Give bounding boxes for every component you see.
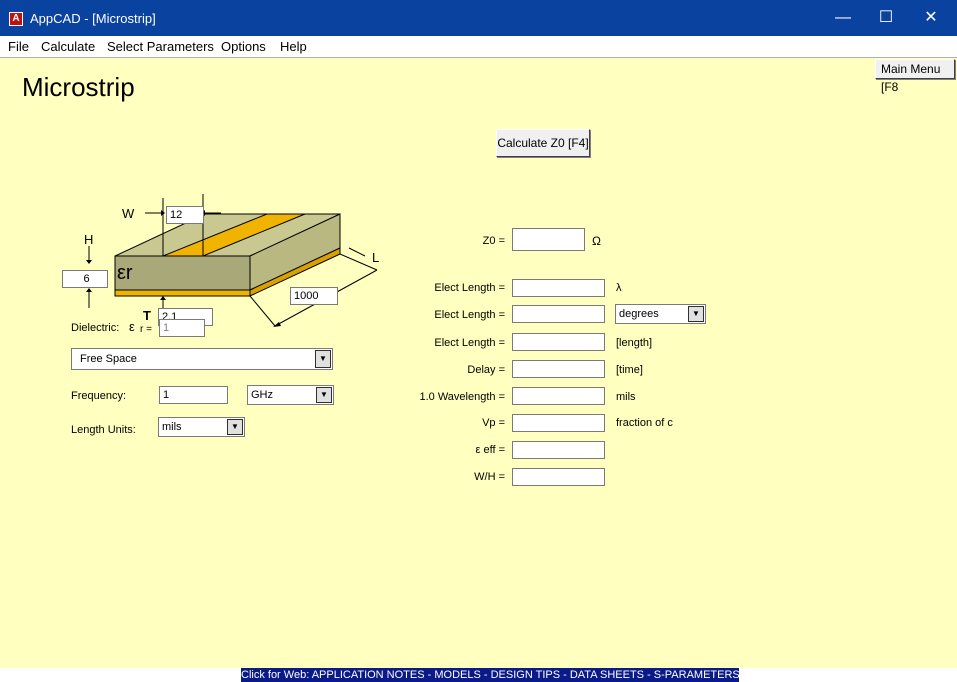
chevron-down-icon[interactable]: ▼ [688, 306, 704, 322]
h-label: H [84, 232, 94, 247]
length-units-value: mils [162, 421, 182, 433]
menu-bar: File Calculate Select Parameters Options… [0, 36, 957, 58]
close-button[interactable]: ✕ [908, 0, 954, 36]
elect-length-wavelengths-label: Elect Length = [434, 282, 505, 294]
w-input[interactable]: 12 [166, 206, 204, 224]
maximize-button[interactable]: ☐ [863, 0, 909, 36]
vp-label: Vp = [482, 417, 505, 429]
delay-label: Delay = [467, 364, 505, 376]
menu-help[interactable]: Help [280, 39, 307, 54]
wavelength-unit: mils [616, 391, 636, 403]
delay-output[interactable] [512, 360, 605, 378]
web-resources-link[interactable]: Click for Web: APPLICATION NOTES - MODEL… [241, 668, 739, 682]
eeff-label: ε eff = [475, 444, 505, 456]
page-title: Microstrip [22, 72, 135, 102]
chevron-down-icon[interactable]: ▼ [316, 387, 332, 403]
frequency-unit-select[interactable]: GHz ▼ [247, 385, 334, 405]
window-title: AppCAD - [Microstrip] [30, 11, 156, 26]
content-area: Microstrip Main Menu [F8 Calculate Z0 [F… [0, 58, 957, 668]
title-bar: A AppCAD - [Microstrip] — ☐ ✕ [0, 0, 957, 36]
chevron-down-icon[interactable]: ▼ [315, 350, 331, 368]
minimize-button[interactable]: — [820, 0, 866, 36]
w-label: W [122, 206, 135, 221]
appcad-icon[interactable]: A [9, 12, 23, 26]
dielectric-label: Dielectric: [71, 322, 120, 334]
frequency-label: Frequency: [71, 390, 127, 402]
er-symbol-label: ε [129, 319, 135, 334]
angle-unit-value: degrees [619, 308, 659, 320]
vp-unit: fraction of c [616, 417, 673, 429]
elect-length-physical-label: Elect Length = [434, 337, 505, 349]
wavelength-output[interactable] [512, 387, 605, 405]
h-input[interactable]: 6 [62, 270, 108, 288]
menu-calculate[interactable]: Calculate [41, 39, 95, 54]
material-value: Free Space [80, 353, 137, 365]
microstrip-drawing [86, 194, 378, 327]
er-input[interactable]: 1 [159, 319, 205, 337]
l-input[interactable]: 1000 [290, 287, 338, 305]
z0-output[interactable] [512, 228, 585, 251]
app-window: A AppCAD - [Microstrip] — ☐ ✕ File Calcu… [0, 0, 957, 682]
z0-unit: Ω [592, 234, 601, 248]
er-symbol: εr [117, 262, 133, 284]
elect-length-degrees-output[interactable] [512, 305, 605, 323]
menu-file[interactable]: File [8, 39, 29, 54]
wh-label: W/H = [474, 471, 505, 483]
elect-length-degrees-label: Elect Length = [434, 309, 505, 321]
calculate-z0-button[interactable]: Calculate Z0 [F4] [496, 129, 590, 157]
elect-length-wavelengths-output[interactable] [512, 279, 605, 297]
l-label: L [372, 250, 380, 265]
elect-length-physical-output[interactable] [512, 333, 605, 351]
t-label: T [143, 308, 151, 323]
vp-output[interactable] [512, 414, 605, 432]
microstrip-diagram: W 12 H 6 εr T 2.1 L 1000 [55, 138, 395, 353]
er-subscript-label: r = [140, 324, 152, 335]
menu-select-parameters[interactable]: Select Parameters [107, 39, 214, 54]
z0-label: Z0 = [482, 235, 505, 247]
frequency-input[interactable]: 1 [159, 386, 228, 404]
chevron-down-icon[interactable]: ▼ [227, 419, 243, 435]
material-select[interactable]: Free Space ▼ [71, 348, 333, 370]
menu-options[interactable]: Options [221, 39, 266, 54]
time-unit: [time] [616, 364, 643, 376]
wh-output[interactable] [512, 468, 605, 486]
main-menu-button[interactable]: Main Menu [F8 [875, 59, 955, 94]
length-unit: [length] [616, 337, 653, 349]
lambda-unit: λ [616, 282, 622, 294]
eeff-output[interactable] [512, 441, 605, 459]
angle-unit-select[interactable]: degrees ▼ [615, 304, 706, 324]
frequency-unit-value: GHz [251, 389, 273, 401]
wavelength-label: 1.0 Wavelength = [419, 391, 505, 403]
length-units-label: Length Units: [71, 424, 136, 436]
length-units-select[interactable]: mils ▼ [158, 417, 245, 437]
